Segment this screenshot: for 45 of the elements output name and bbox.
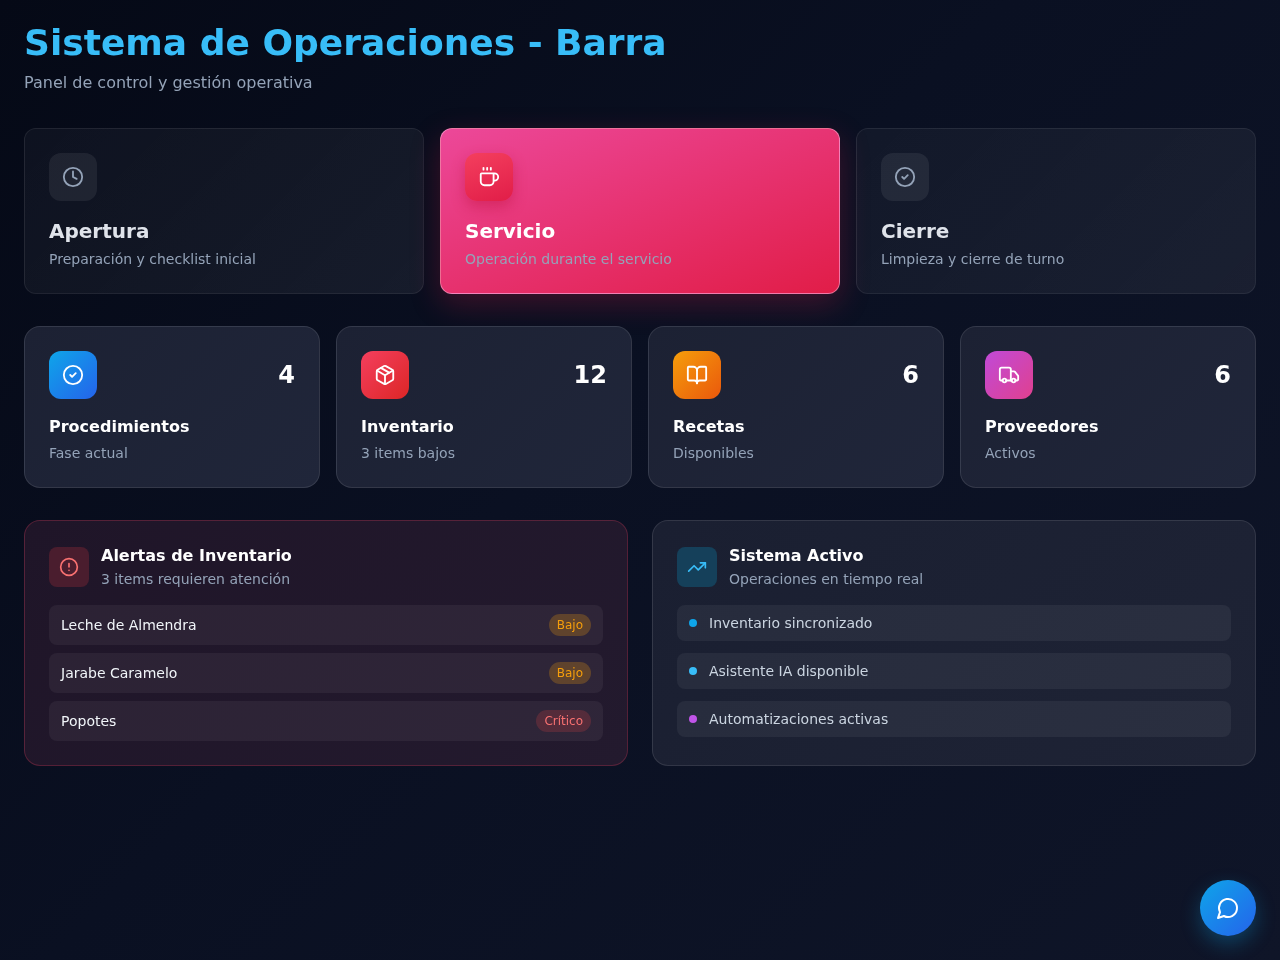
stat-caption: 3 items bajos [361, 444, 456, 463]
phase-description: Operación durante el servicio [465, 250, 673, 269]
stat-title: Recetas [673, 416, 746, 438]
stat-value: 4 [278, 360, 295, 391]
stat-value: 12 [573, 360, 607, 391]
stat-caption: Fase actual [49, 444, 129, 463]
chat-button[interactable] [1200, 880, 1256, 936]
stat-caption: Disponibles [673, 444, 755, 463]
panel-title: Sistema Activo [729, 545, 865, 567]
package-icon [361, 351, 409, 399]
status-badge: Bajo [548, 614, 591, 636]
panel-title: Alertas de Inventario [101, 545, 292, 567]
stat-value: 6 [902, 360, 919, 391]
panel-subtitle: Operaciones en tiempo real [729, 570, 924, 589]
stat-title: Procedimientos [49, 416, 191, 438]
alert-icon [49, 547, 89, 587]
phase-title: Servicio [465, 218, 557, 245]
clock-icon [49, 153, 97, 201]
phase-description: Limpieza y cierre de turno [881, 250, 1066, 269]
stat-title: Inventario [361, 416, 455, 438]
status-badge: Crítico [536, 710, 591, 732]
status-text: Inventario sincronizado [709, 614, 873, 633]
phase-card[interactable]: Apertura Preparación y checklist inicial [24, 128, 424, 294]
chat-bubble-icon [1216, 896, 1240, 920]
status-text: Automatizaciones activas [709, 710, 889, 729]
stat-caption: Activos [985, 444, 1037, 463]
truck-icon [985, 351, 1033, 399]
panel-subtitle: 3 items requieren atención [101, 570, 292, 589]
page-subtitle: Panel de control y gestión operativa [24, 72, 314, 94]
phase-card[interactable]: Cierre Limpieza y cierre de turno [856, 128, 1256, 294]
phase-card[interactable]: Servicio Operación durante el servicio [440, 128, 840, 294]
trend-up-icon [677, 547, 717, 587]
page-title: Sistema de Operaciones - Barra [24, 21, 668, 65]
status-text: Asistente IA disponible [709, 662, 869, 681]
phase-title: Apertura [49, 218, 151, 245]
cup-icon [465, 153, 513, 201]
stat-title: Proveedores [985, 416, 1100, 438]
stat-value: 6 [1214, 360, 1231, 391]
status-badge: Bajo [548, 662, 591, 684]
item-name: Leche de Almendra [61, 616, 197, 635]
phase-title: Cierre [881, 218, 951, 245]
book-icon [673, 351, 721, 399]
item-name: Jarabe Caramelo [61, 664, 178, 683]
item-name: Popotes [61, 712, 117, 731]
phase-description: Preparación y checklist inicial [49, 250, 257, 269]
